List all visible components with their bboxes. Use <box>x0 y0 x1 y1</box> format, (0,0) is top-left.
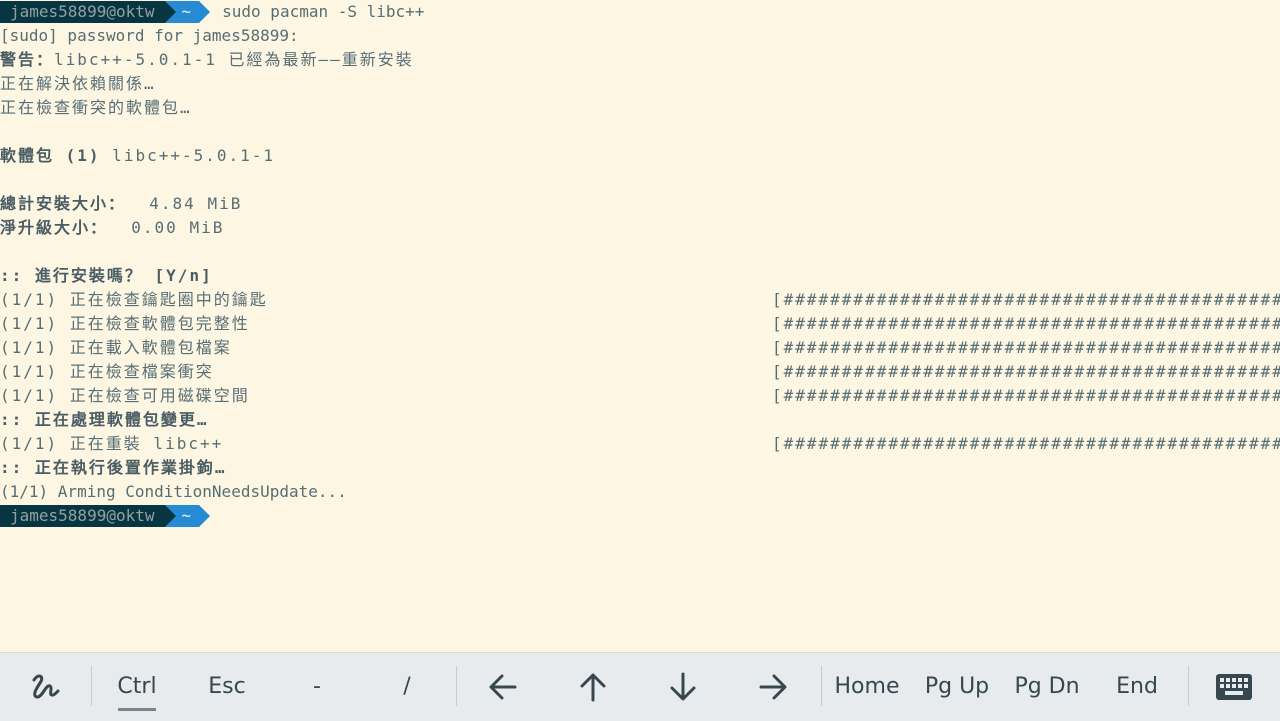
package-value: libc++-5.0.1-1 <box>100 146 276 165</box>
resolving-line: 正在解決依賴關係… <box>0 74 156 93</box>
step-integrity-line: (1/1) 正在檢查軟體包完整性 [#######################… <box>0 312 1280 336</box>
sudo-line: [sudo] password for james58899: <box>0 26 299 45</box>
processing-prefix: :: <box>0 410 24 429</box>
arrow-down-icon <box>670 672 696 701</box>
prompt-separator-end <box>199 1 211 23</box>
proceed-prefix: :: <box>0 266 24 285</box>
keyboard-toggle-button[interactable] <box>1200 653 1268 721</box>
total-size-label: 總計安裝大小： <box>0 194 127 213</box>
total-size-value: 4.84 MiB <box>126 194 243 213</box>
step-label: (1/1) 正在檢查鑰匙圈中的鑰匙 <box>0 290 268 309</box>
arrow-left-key[interactable] <box>470 653 536 721</box>
arrow-right-icon <box>759 674 787 700</box>
step-label: (1/1) 正在檢查可用磁碟空間 <box>0 386 250 405</box>
arrow-left-icon <box>489 674 517 700</box>
package-label: 軟體包 (1) <box>0 146 101 165</box>
proceed-text: 進行安裝嗎？ [Y/n] <box>34 266 213 285</box>
slash-key[interactable]: / <box>374 653 440 721</box>
scribble-button[interactable] <box>14 653 76 721</box>
step-keys-line: (1/1) 正在檢查鑰匙圈中的鑰匙 [######################… <box>0 288 1280 312</box>
prompt-directory: ~ <box>175 505 200 527</box>
esc-key[interactable]: Esc <box>194 653 260 721</box>
hooks-prefix: :: <box>0 458 24 477</box>
progress-bar: [#######################################… <box>772 338 1280 357</box>
end-key[interactable]: End <box>1104 653 1170 721</box>
total-size-line: 總計安裝大小： 4.84 MiB <box>0 192 1280 216</box>
command-text: sudo pacman -S libc++ <box>222 2 425 21</box>
step-load-line: (1/1) 正在載入軟體包檔案 [########################… <box>0 336 1280 360</box>
divider <box>1188 666 1189 706</box>
proceed-line: :: 進行安裝嗎？ [Y/n] <box>0 264 1280 288</box>
prompt-user: james58899@oktw <box>0 505 165 527</box>
ctrl-active-indicator <box>118 708 156 711</box>
progress-bar: [#######################################… <box>772 386 1280 405</box>
keyboard-icon <box>1216 674 1252 700</box>
step-label: (1/1) 正在檢查檔案衝突 <box>0 362 214 381</box>
arrow-right-key[interactable] <box>740 653 806 721</box>
divider <box>456 666 457 706</box>
net-size-label: 淨升級大小： <box>0 218 109 237</box>
prompt-line: james58899@oktw ~ sudo pacman -S libc++ <box>0 0 1280 24</box>
dash-key[interactable]: - <box>284 653 350 721</box>
pgdn-key[interactable]: Pg Dn <box>1008 653 1086 721</box>
scribble-icon <box>32 674 60 699</box>
step-label: (1/1) 正在重裝 libc++ <box>0 434 224 453</box>
prompt-separator-end <box>199 505 211 527</box>
conflicts-line: 正在檢查衝突的軟體包… <box>0 98 192 117</box>
prompt-user: james58899@oktw <box>0 1 165 23</box>
net-size-line: 淨升級大小： 0.00 MiB <box>0 216 1280 240</box>
extra-keys-bar: Ctrl Esc - / Home Pg Up Pg Dn End <box>0 652 1280 721</box>
warning-text: libc++-5.0.1-1 已經為最新——重新安裝 <box>54 50 414 69</box>
step-disk-space-line: (1/1) 正在檢查可用磁碟空間 [#######################… <box>0 384 1280 408</box>
net-size-value: 0.00 MiB <box>108 218 225 237</box>
arrow-down-key[interactable] <box>650 653 716 721</box>
warning-line: 警告：libc++-5.0.1-1 已經為最新——重新安裝 <box>0 48 1280 72</box>
home-key[interactable]: Home <box>830 653 904 721</box>
divider <box>821 666 822 706</box>
prompt-separator <box>164 1 176 23</box>
arming-line: (1/1) Arming ConditionNeedsUpdate... <box>0 482 347 501</box>
divider <box>91 666 92 706</box>
progress-bar: [#######################################… <box>772 290 1280 309</box>
warning-label: 警告： <box>0 50 55 69</box>
package-line: 軟體包 (1) libc++-5.0.1-1 <box>0 144 1280 168</box>
step-label: (1/1) 正在檢查軟體包完整性 <box>0 314 250 333</box>
reinstall-line: (1/1) 正在重裝 libc++ [######################… <box>0 432 1280 456</box>
processing-line: :: 正在處理軟體包變更… <box>0 408 1280 432</box>
step-file-conflict-line: (1/1) 正在檢查檔案衝突 [#########################… <box>0 360 1280 384</box>
progress-bar: [#######################################… <box>772 314 1280 333</box>
prompt-line-current: james58899@oktw ~ <box>0 504 1280 528</box>
progress-bar: [#######################################… <box>772 434 1280 453</box>
arrow-up-key[interactable] <box>560 653 626 721</box>
prompt-separator <box>164 505 176 527</box>
arrow-up-icon <box>580 673 606 702</box>
processing-text: 正在處理軟體包變更… <box>34 410 209 429</box>
progress-bar: [#######################################… <box>772 362 1280 381</box>
hooks-text: 正在執行後置作業掛鉤… <box>34 458 227 477</box>
pgup-key[interactable]: Pg Up <box>918 653 996 721</box>
terminal-output[interactable]: james58899@oktw ~ sudo pacman -S libc++ … <box>0 0 1280 652</box>
step-label: (1/1) 正在載入軟體包檔案 <box>0 338 232 357</box>
hooks-line: :: 正在執行後置作業掛鉤… <box>0 456 1280 480</box>
prompt-directory: ~ <box>175 1 200 23</box>
